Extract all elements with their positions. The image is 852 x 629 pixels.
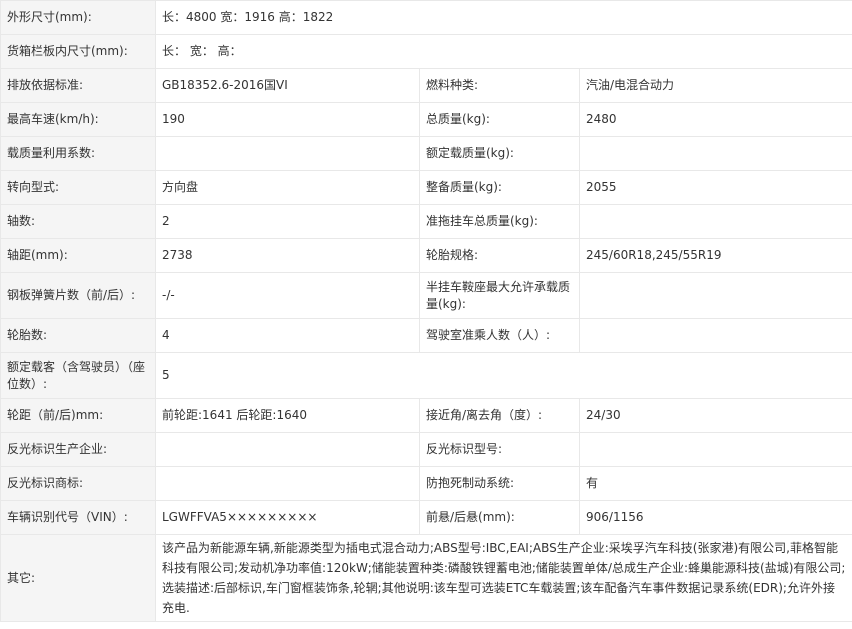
spec-value: LGWFFVA5×××××××××	[155, 500, 420, 535]
spec-value: 2738	[155, 238, 420, 273]
spec-value: 长： 宽： 高：	[154, 34, 852, 69]
spec-value: 190	[155, 102, 420, 137]
table-row: 反光标识生产企业: 反光标识型号:	[0, 432, 852, 467]
spec-value: 2	[155, 204, 420, 239]
spec-value	[155, 136, 420, 171]
spec-value: 5	[154, 352, 852, 399]
spec-label: 轴数:	[0, 204, 156, 239]
spec-label: 反光标识商标:	[0, 466, 156, 501]
spec-label: 整备质量(kg):	[419, 170, 580, 205]
spec-label: 排放依据标准:	[0, 68, 156, 103]
spec-value: 4	[155, 318, 420, 353]
spec-label: 额定载客（含驾驶员）（座位数）:	[0, 352, 156, 399]
table-row: 排放依据标准: GB18352.6-2016国VI 燃料种类: 汽油/电混合动力	[0, 68, 852, 103]
spec-value: 2055	[578, 170, 852, 205]
spec-value: 有	[578, 466, 852, 501]
spec-label: 外形尺寸(mm):	[0, 0, 156, 35]
table-row: 最高车速(km/h): 190 总质量(kg): 2480	[0, 102, 852, 137]
spec-label: 防抱死制动系统:	[419, 466, 580, 501]
spec-value: 前轮距:1641 后轮距:1640	[155, 398, 420, 433]
spec-value: 245/60R18,245/55R19	[578, 238, 852, 273]
spec-value	[578, 204, 852, 239]
spec-value: 汽油/电混合动力	[578, 68, 852, 103]
table-row: 轮距（前/后)mm: 前轮距:1641 后轮距:1640 接近角/离去角（度）:…	[0, 398, 852, 433]
spec-label: 轮距（前/后)mm:	[0, 398, 156, 433]
spec-label: 燃料种类:	[419, 68, 580, 103]
spec-value	[578, 272, 852, 319]
table-row: 货箱栏板内尺寸(mm): 长： 宽： 高：	[0, 34, 852, 69]
spec-label: 前悬/后悬(mm):	[419, 500, 580, 535]
spec-label: 转向型式:	[0, 170, 156, 205]
spec-label: 驾驶室准乘人数（人）:	[419, 318, 580, 353]
table-row: 转向型式: 方向盘 整备质量(kg): 2055	[0, 170, 852, 205]
spec-value: 906/1156	[578, 500, 852, 535]
table-row-other: 其它: 该产品为新能源车辆,新能源类型为插电式混合动力;ABS型号:IBC,EA…	[0, 534, 852, 622]
table-row: 轴数: 2 准拖挂车总质量(kg):	[0, 204, 852, 239]
spec-value: 2480	[578, 102, 852, 137]
spec-value	[155, 432, 420, 467]
spec-label: 额定载质量(kg):	[419, 136, 580, 171]
spec-value	[578, 318, 852, 353]
table-row: 额定载客（含驾驶员）（座位数）: 5	[0, 352, 852, 399]
spec-label: 半挂车鞍座最大允许承载质量(kg):	[419, 272, 580, 319]
spec-value: 长：4800 宽：1916 高：1822	[154, 0, 852, 35]
spec-value: 方向盘	[155, 170, 420, 205]
spec-label: 轮胎数:	[0, 318, 156, 353]
spec-label: 载质量利用系数:	[0, 136, 156, 171]
spec-label: 最高车速(km/h):	[0, 102, 156, 137]
spec-label: 反光标识生产企业:	[0, 432, 156, 467]
spec-label: 接近角/离去角（度）:	[419, 398, 580, 433]
table-row: 反光标识商标: 防抱死制动系统: 有	[0, 466, 852, 501]
table-row: 外形尺寸(mm): 长：4800 宽：1916 高：1822	[0, 0, 852, 35]
spec-label: 货箱栏板内尺寸(mm):	[0, 34, 156, 69]
spec-label: 准拖挂车总质量(kg):	[419, 204, 580, 239]
spec-value	[155, 466, 420, 501]
spec-label: 车辆识别代号（VIN）:	[0, 500, 156, 535]
table-row: 钢板弹簧片数（前/后）: -/- 半挂车鞍座最大允许承载质量(kg):	[0, 272, 852, 319]
table-row: 轴距(mm): 2738 轮胎规格: 245/60R18,245/55R19	[0, 238, 852, 273]
other-label: 其它:	[0, 534, 156, 622]
spec-label: 反光标识型号:	[419, 432, 580, 467]
spec-value: 24/30	[578, 398, 852, 433]
table-row: 轮胎数: 4 驾驶室准乘人数（人）:	[0, 318, 852, 353]
table-row: 车辆识别代号（VIN）: LGWFFVA5××××××××× 前悬/后悬(mm)…	[0, 500, 852, 535]
spec-value	[578, 136, 852, 171]
spec-label: 总质量(kg):	[419, 102, 580, 137]
spec-label: 轮胎规格:	[419, 238, 580, 273]
spec-value	[578, 432, 852, 467]
spec-label: 轴距(mm):	[0, 238, 156, 273]
spec-label: 钢板弹簧片数（前/后）:	[0, 272, 156, 319]
other-description: 该产品为新能源车辆,新能源类型为插电式混合动力;ABS型号:IBC,EAI;AB…	[154, 534, 852, 622]
vehicle-spec-table: 外形尺寸(mm): 长：4800 宽：1916 高：1822 货箱栏板内尺寸(m…	[0, 0, 852, 622]
table-row: 载质量利用系数: 额定载质量(kg):	[0, 136, 852, 171]
spec-value: GB18352.6-2016国VI	[155, 68, 420, 103]
spec-value: -/-	[155, 272, 420, 319]
